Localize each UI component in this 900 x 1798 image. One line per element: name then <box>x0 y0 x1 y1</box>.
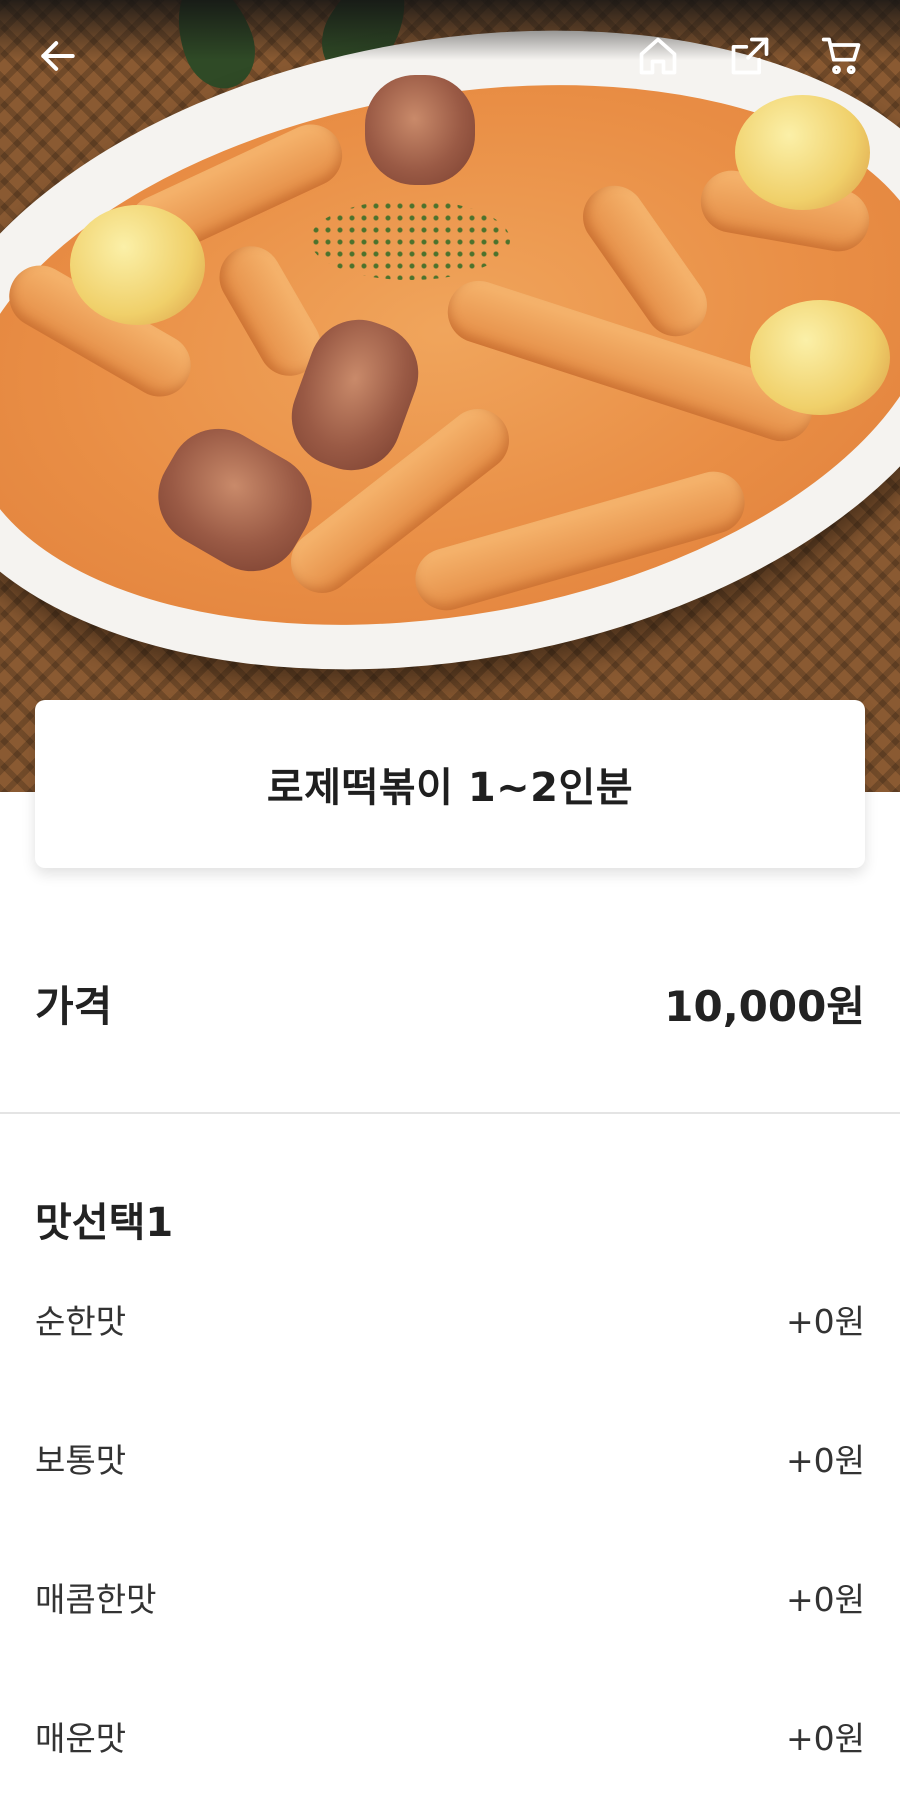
option-item-spicy[interactable]: 매콤한맛 +0원 <box>35 1578 865 1717</box>
share-icon <box>731 37 769 75</box>
cart-icon <box>821 37 861 75</box>
top-navigation-bar <box>0 0 900 112</box>
option-label: 매콤한맛 <box>35 1580 157 1619</box>
option-price: +0원 <box>785 1441 865 1480</box>
quail-egg <box>750 300 890 415</box>
product-title-card: 로제떡볶이 1~2인분 <box>35 700 865 868</box>
parsley-garnish <box>310 200 510 280</box>
option-price: +0원 <box>785 1719 865 1758</box>
quail-egg <box>735 95 870 210</box>
price-row: 가격 10,000원 <box>35 968 865 1038</box>
quail-egg <box>70 205 205 325</box>
product-title: 로제떡볶이 1~2인분 <box>266 765 634 811</box>
option-item-mild[interactable]: 순한맛 +0원 <box>35 1300 865 1439</box>
option-list: 순한맛 +0원 보통맛 +0원 매콤한맛 +0원 매운맛 +0원 <box>35 1300 865 1798</box>
back-arrow-icon <box>41 41 75 71</box>
product-photo <box>0 0 900 792</box>
option-item-medium[interactable]: 보통맛 +0원 <box>35 1439 865 1578</box>
home-icon <box>639 37 677 75</box>
option-label: 매운맛 <box>35 1719 127 1758</box>
option-item-hot[interactable]: 매운맛 +0원 <box>35 1717 865 1798</box>
option-label: 보통맛 <box>35 1441 127 1480</box>
back-button[interactable] <box>28 26 88 86</box>
divider <box>0 1112 900 1114</box>
home-button[interactable] <box>628 26 688 86</box>
cart-button[interactable] <box>812 26 872 86</box>
share-button[interactable] <box>720 26 780 86</box>
price-value: 10,000원 <box>664 981 865 1031</box>
option-price: +0원 <box>785 1580 865 1619</box>
option-group-title: 맛선택1 <box>35 1200 174 1246</box>
option-price: +0원 <box>785 1302 865 1341</box>
price-label: 가격 <box>35 981 113 1031</box>
option-label: 순한맛 <box>35 1302 127 1341</box>
